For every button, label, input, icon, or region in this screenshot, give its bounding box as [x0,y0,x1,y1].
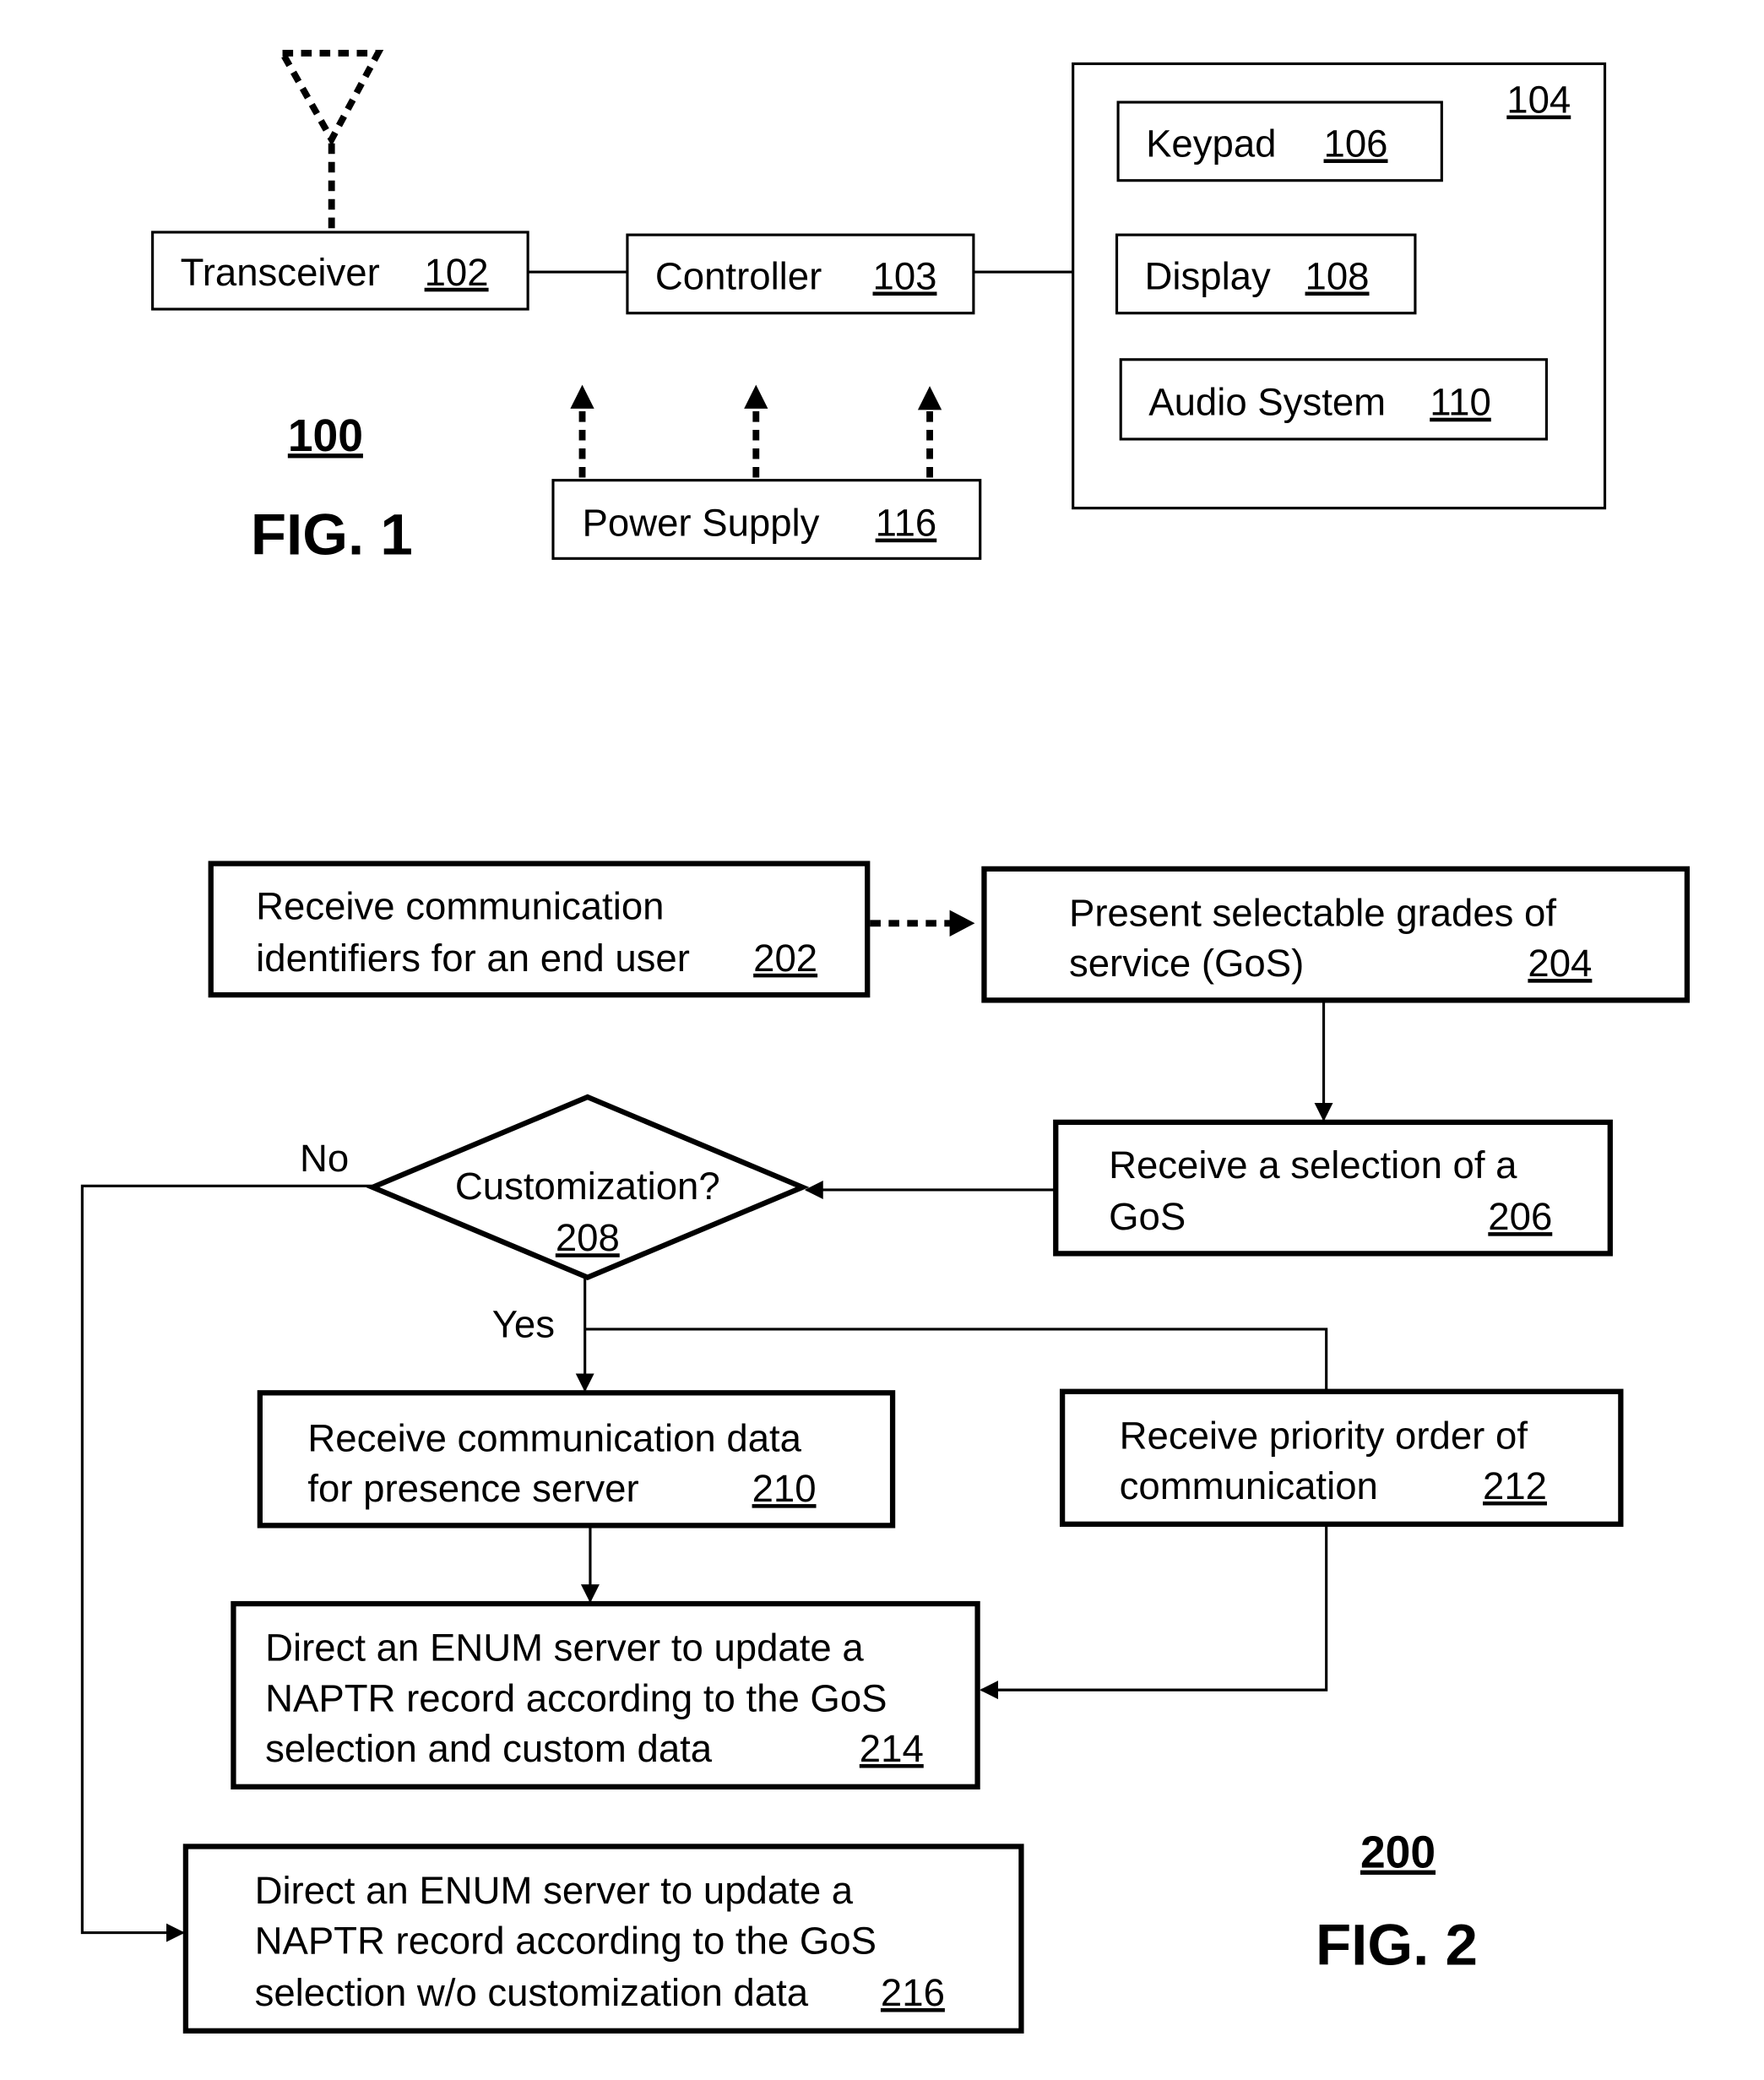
step-216-line-1: Direct an ENUM server to update a [255,1869,854,1912]
ui-group-block: 104 Keypad 106 Display 108 Audio System … [1072,62,1607,510]
keypad-block: Keypad 106 [1116,100,1443,182]
step-216: Direct an ENUM server to update a NAPTR … [182,1844,1024,2034]
audio-system-block: Audio System 110 [1119,358,1548,441]
step-206: Receive a selection of a GoS 206 [1053,1119,1613,1257]
step-214-line-2: NAPTR record according to the GoS [265,1676,887,1719]
fig2: Receive communication identifiers for an… [80,861,1691,2034]
audio-system-label: Audio System [1148,381,1386,424]
controller-ref: 103 [873,254,937,297]
fig1-title: FIG. 1 [251,502,413,568]
fig1: Transceiver 102 Controller 103 104 Keypa… [151,49,1607,568]
transceiver-ref: 102 [425,251,489,294]
step-204-line-1: Present selectable grades of [1069,891,1556,934]
fig1-reference: 100 [288,411,363,461]
connector-208-212 [584,1328,1328,1392]
branch-yes-label: Yes [492,1302,555,1345]
power-arrows [570,384,942,478]
step-214-ref: 214 [860,1727,924,1770]
arrow-208-216 [80,1184,373,1942]
step-210-line-2: for presence server [307,1467,638,1510]
power-supply-ref: 116 [876,502,937,545]
step-206-ref: 206 [1488,1195,1552,1238]
transceiver-block: Transceiver 102 [151,231,529,311]
step-216-line-3: selection w/o customization data [255,1971,809,2014]
arrow-202-204-head [949,910,975,937]
power-arrowhead [917,386,942,410]
decision-208-label: Customization? [455,1165,720,1208]
step-216-line-2: NAPTR record according to the GoS [255,1920,877,1963]
step-204-ref: 204 [1528,942,1592,985]
step-212-ref: 212 [1483,1464,1547,1507]
step-210-ref: 210 [752,1467,817,1510]
step-202-line-2: identifiers for an end user [256,937,690,980]
step-206-line-1: Receive a selection of a [1109,1143,1517,1187]
decision-208-ref: 208 [556,1216,620,1259]
step-212-line-2: communication [1120,1464,1378,1507]
controller-label: Controller [655,254,822,297]
antenna-icon [276,49,384,229]
step-210-line-1: Receive communication data [307,1416,801,1459]
power-arrowhead [744,384,768,409]
fig2-reference: 200 [1360,1828,1436,1878]
step-214: Direct an ENUM server to update a NAPTR … [231,1600,980,1789]
ui-group-ref: 104 [1506,79,1571,122]
step-214-line-1: Direct an ENUM server to update a [265,1627,864,1670]
branch-no-label: No [300,1137,349,1180]
step-202-line-1: Receive communication [256,885,664,928]
step-204-line-2: service (GoS) [1069,942,1304,985]
audio-system-ref: 110 [1430,381,1491,424]
step-202-ref: 202 [753,937,817,980]
power-supply-block: Power Supply 116 [551,479,982,560]
step-206-line-2: GoS [1109,1195,1186,1238]
controller-block: Controller 103 [626,233,975,315]
power-supply-label: Power Supply [583,502,820,545]
fig2-title: FIG. 2 [1316,1911,1478,1977]
step-214-line-3: selection and custom data [265,1727,713,1770]
display-label: Display [1144,254,1271,297]
step-202: Receive communication identifiers for an… [208,861,871,998]
patent-drawing: Transceiver 102 Controller 103 104 Keypa… [80,49,1691,2034]
decision-208: Customization? 208 [366,1094,810,1281]
step-204: Present selectable grades of service (Go… [981,866,1691,1003]
power-arrowhead [570,384,594,409]
step-216-ref: 216 [881,1971,945,2014]
display-block: Display 108 [1115,233,1417,315]
step-210: Receive communication data for presence … [257,1390,896,1529]
display-ref: 108 [1305,254,1370,297]
keypad-ref: 106 [1324,122,1388,165]
arrow-212-214 [980,1523,1328,1700]
step-212: Receive priority order of communication … [1059,1388,1624,1527]
transceiver-label: Transceiver [181,251,380,294]
keypad-label: Keypad [1146,122,1276,165]
step-212-line-1: Receive priority order of [1120,1414,1528,1457]
